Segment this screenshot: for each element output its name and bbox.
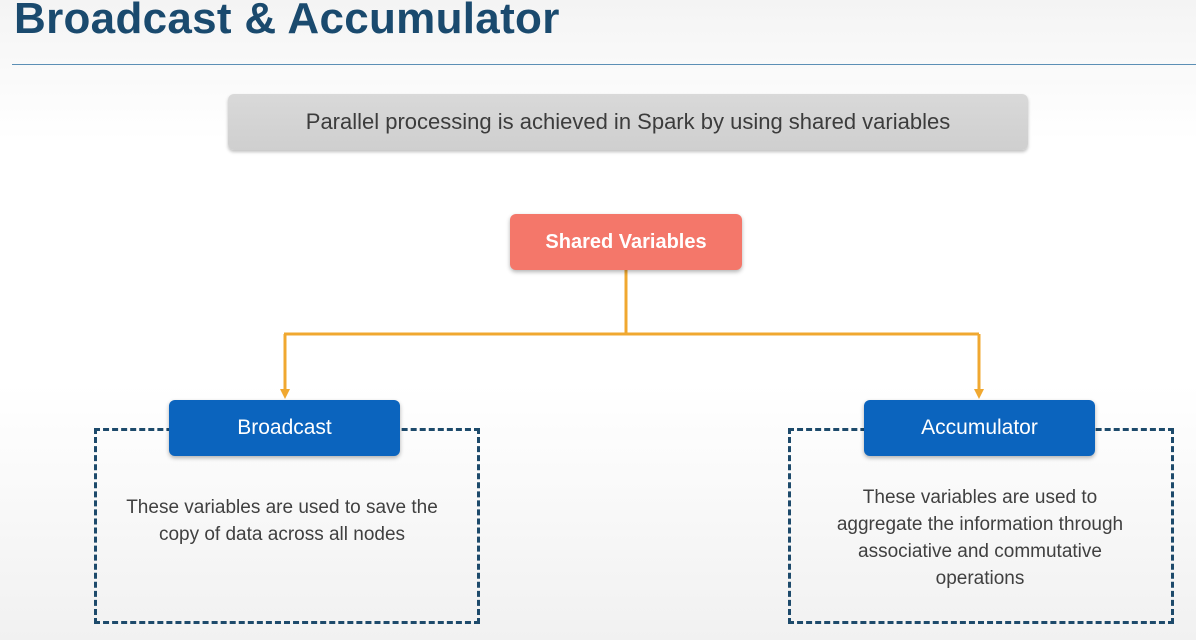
slide-title: Broadcast & Accumulator <box>14 0 560 43</box>
broadcast-description: These variables are used to save the cop… <box>126 497 438 545</box>
banner: Parallel processing is achieved in Spark… <box>228 94 1028 150</box>
shared-variables-node: Shared Variables <box>510 214 742 270</box>
broadcast-label: Broadcast <box>237 416 332 439</box>
shared-variables-label: Shared Variables <box>545 230 707 253</box>
slide: Broadcast & Accumulator Parallel process… <box>0 0 1196 640</box>
broadcast-node: Broadcast <box>169 400 400 456</box>
accumulator-node: Accumulator <box>864 400 1095 456</box>
banner-text: Parallel processing is achieved in Spark… <box>305 109 951 134</box>
accumulator-description: These variables are used to aggregate th… <box>836 487 1124 589</box>
title-divider <box>12 64 1196 65</box>
accumulator-label: Accumulator <box>921 416 1038 439</box>
